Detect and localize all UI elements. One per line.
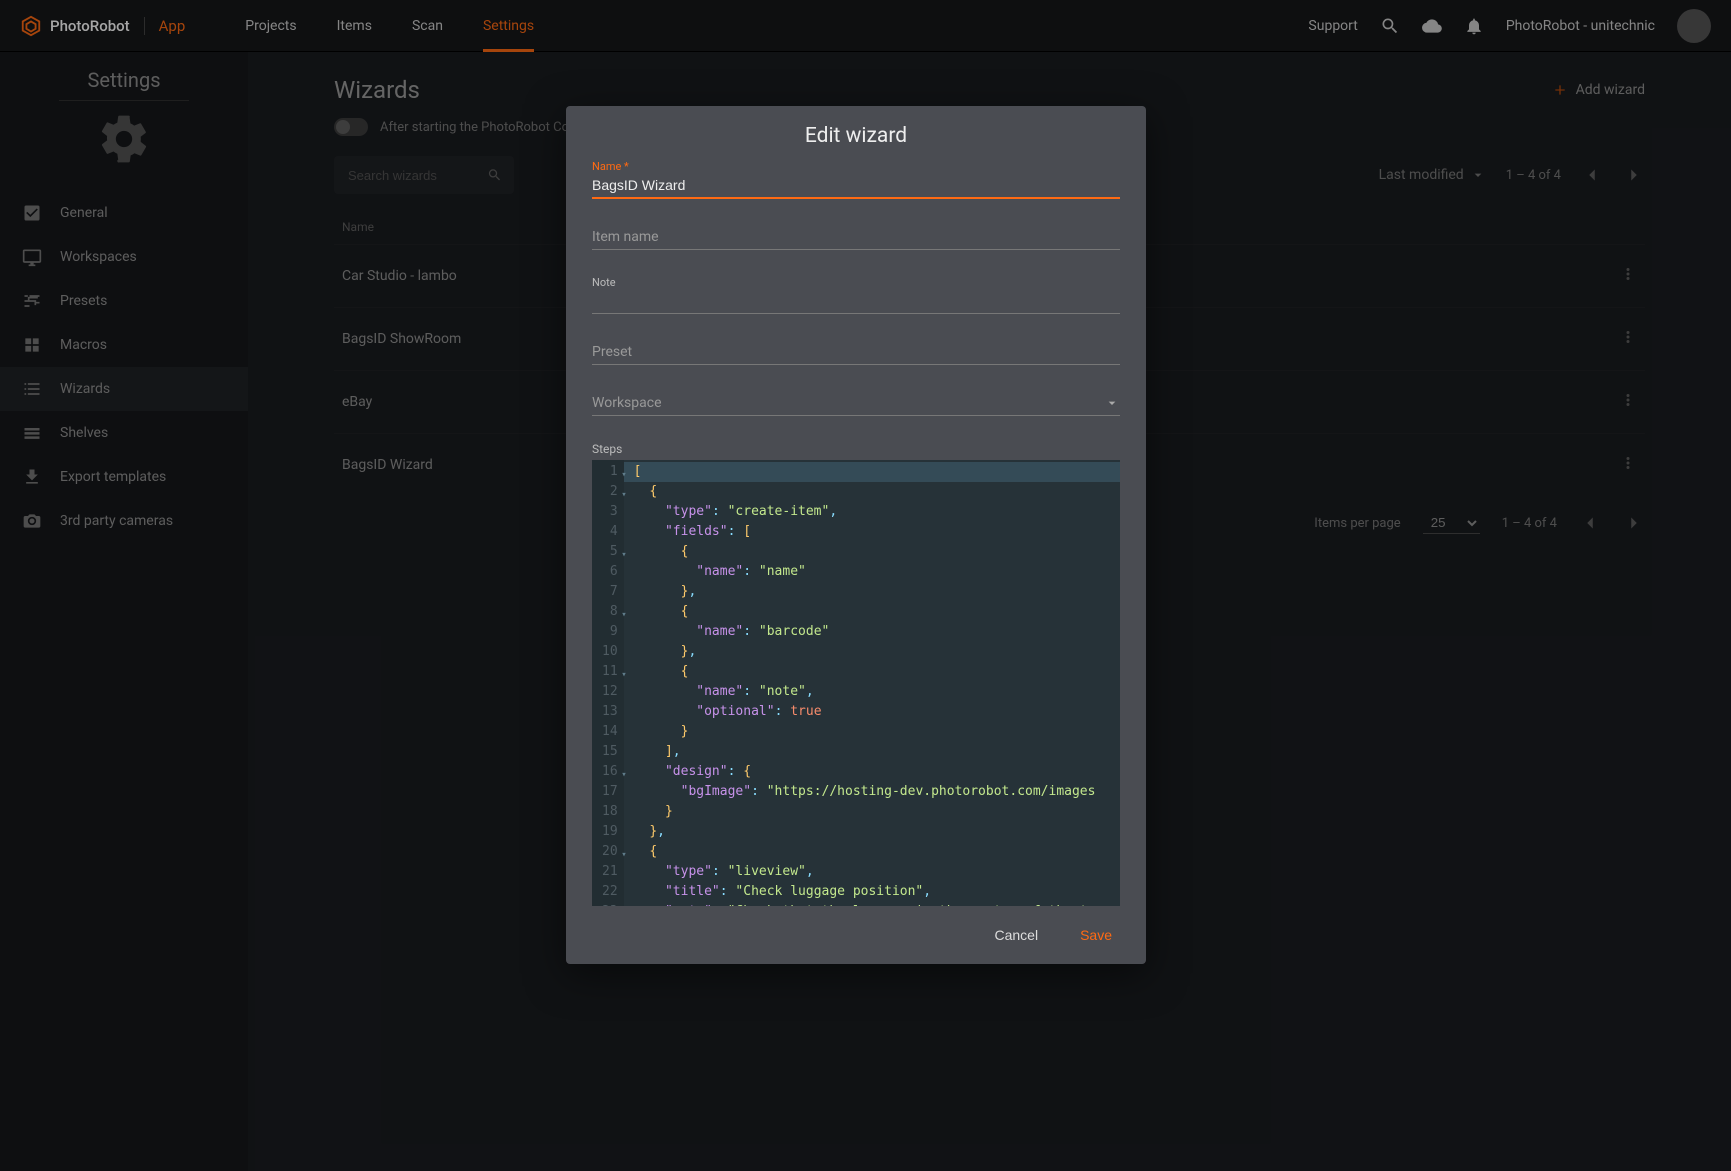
workspace-select[interactable]: Workspace [592, 391, 1120, 416]
name-label: Name * [592, 160, 1120, 173]
preset-input[interactable]: Preset [592, 340, 1120, 365]
note-input[interactable] [592, 289, 1120, 314]
name-input[interactable] [592, 173, 1120, 199]
field-name: Name * [592, 160, 1120, 199]
code-editor[interactable]: 1▾2▾345▾678▾91011▾1213141516▾17181920▾21… [592, 460, 1120, 906]
field-workspace: Workspace [592, 391, 1120, 416]
workspace-label: Workspace [592, 395, 662, 411]
save-button[interactable]: Save [1074, 926, 1118, 944]
field-note: Note [592, 276, 1120, 314]
steps-label: Steps [592, 442, 1120, 456]
chevron-down-icon [1104, 395, 1120, 411]
field-preset: Preset [592, 340, 1120, 365]
cancel-button[interactable]: Cancel [988, 926, 1044, 944]
item-name-input[interactable]: Item name [592, 225, 1120, 250]
field-item-name: Item name [592, 225, 1120, 250]
modal-title: Edit wizard [566, 106, 1146, 156]
edit-wizard-modal: Edit wizard Name * Item name Note Preset… [566, 106, 1146, 964]
note-label: Note [592, 276, 1120, 289]
